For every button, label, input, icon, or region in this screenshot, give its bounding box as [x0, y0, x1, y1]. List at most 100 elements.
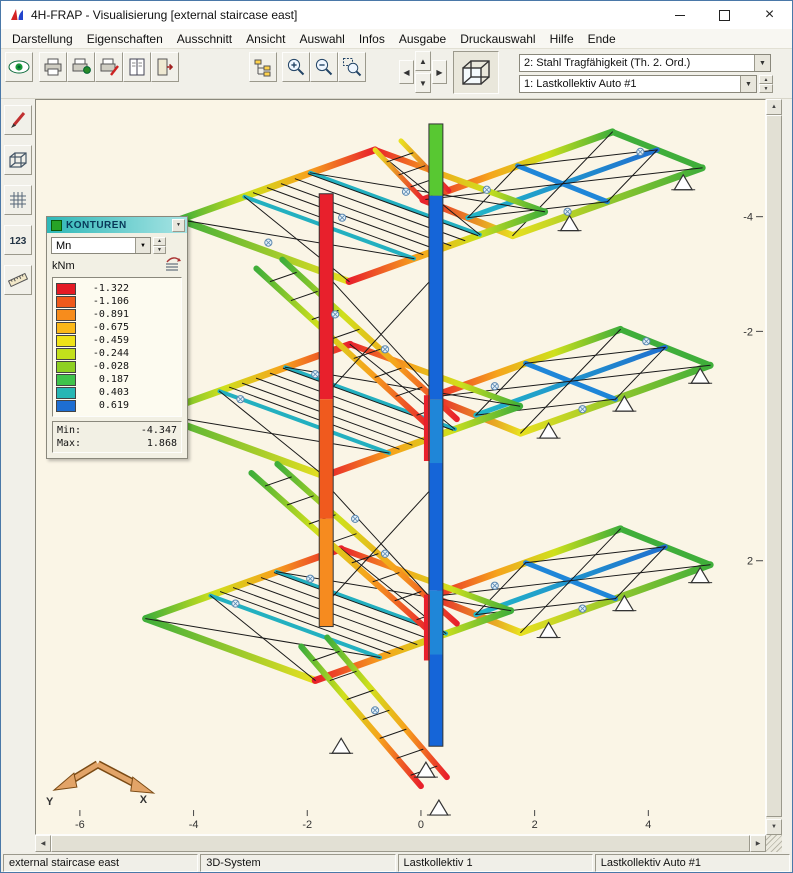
perspective-view-button[interactable]	[453, 51, 499, 94]
solid-view-button[interactable]	[4, 145, 32, 175]
status-field-project: external staircase east	[3, 854, 198, 872]
status-field-loadcase: Lastkollektiv 1	[398, 854, 593, 872]
measure-button[interactable]	[4, 265, 32, 295]
tree-view-button[interactable]	[249, 52, 277, 82]
color-swatch	[56, 361, 76, 373]
door-exit-icon	[155, 58, 175, 76]
color-swatch	[56, 387, 76, 399]
analysis-select[interactable]: 2: Stahl Tragfähigkeit (Th. 2. Ord.) ▼	[519, 54, 771, 72]
resize-grip[interactable]	[766, 835, 782, 852]
bottom-ruler: -6 -4 -2 0 2 4	[75, 810, 651, 831]
right-ruler: -4 -2 2	[743, 212, 763, 568]
scale-row: -0.028	[56, 360, 178, 373]
svg-text:123: 123	[10, 236, 27, 247]
menu-item-hilfe[interactable]: Hilfe	[543, 31, 581, 47]
scale-value: -0.244	[81, 348, 129, 359]
view-visibility-button[interactable]	[5, 52, 33, 82]
menu-bar: Darstellung Eigenschaften Ausschnitt Ans…	[1, 29, 792, 49]
menu-item-ende[interactable]: Ende	[581, 31, 623, 47]
print-button[interactable]	[39, 52, 67, 82]
mesh-view-button[interactable]	[4, 185, 32, 215]
scroll-down-button[interactable]: ▼	[766, 819, 782, 835]
color-swatch	[56, 348, 76, 360]
arrow-right-icon: ▶	[436, 68, 442, 77]
menu-item-darstellung[interactable]: Darstellung	[5, 31, 80, 47]
quantity-spinner: ▲ ▼	[153, 237, 166, 254]
menu-item-auswahl[interactable]: Auswahl	[292, 31, 351, 47]
zoom-in-button[interactable]	[282, 52, 310, 82]
window-title: 4H-FRAP - Visualisierung [external stair…	[31, 8, 297, 22]
min-label: Min:	[57, 424, 81, 437]
dropdown-arrow-icon[interactable]: ▼	[740, 76, 756, 92]
exit-button[interactable]	[151, 52, 179, 82]
axis-x-label: X	[140, 794, 148, 806]
printer-user-icon	[71, 58, 91, 76]
scroll-left-button[interactable]: ◀	[35, 835, 51, 852]
color-swatch	[56, 283, 76, 295]
dropdown-arrow-icon[interactable]: ▼	[754, 55, 770, 71]
scale-options-icon	[164, 257, 182, 271]
h-scrollbar[interactable]: ◀ ▶	[35, 835, 766, 852]
h-scroll-thumb[interactable]	[51, 835, 750, 852]
print-preview-button[interactable]	[67, 52, 95, 82]
close-button[interactable]: ×	[747, 1, 792, 29]
color-scale: -1.322 -1.106 -0.891 -0.675 -0.459 -0.24…	[52, 277, 182, 417]
print-edit-button[interactable]	[95, 52, 123, 82]
spin-down-button[interactable]: ▼	[153, 246, 166, 255]
edit-mode-button[interactable]	[4, 105, 32, 135]
ruler-label: -4	[189, 819, 199, 831]
scroll-up-button[interactable]: ▲	[766, 99, 782, 115]
spin-down-button[interactable]: ▼	[759, 84, 773, 93]
ruler-label: 2	[747, 556, 753, 568]
scale-row: -1.322	[56, 282, 178, 295]
scale-options-button[interactable]	[164, 257, 182, 274]
menu-item-ausschnitt[interactable]: Ausschnitt	[170, 31, 239, 47]
menu-item-druckauswahl[interactable]: Druckauswahl	[453, 31, 542, 47]
dropdown-arrow-icon[interactable]: ▼	[135, 238, 150, 253]
numbering-button[interactable]: 123	[4, 225, 32, 255]
v-scrollbar[interactable]: ▲ ▼	[766, 99, 782, 835]
viewport[interactable]: Y X -6 -4 -2 0 2 4 -4 -2 2	[35, 99, 766, 835]
column-red	[319, 194, 333, 627]
scroll-right-button[interactable]: ▶	[750, 835, 766, 852]
minmax-box: Min:-4.347 Max:1.868	[52, 421, 182, 453]
ruler-label: -2	[743, 326, 753, 338]
unit-label: kNm	[52, 260, 164, 272]
pan-left-button[interactable]: ◀	[399, 60, 414, 84]
platform-bottom-right	[431, 529, 710, 633]
scale-row: -1.106	[56, 295, 178, 308]
pan-up-button[interactable]: ▲	[415, 51, 431, 71]
menu-item-infos[interactable]: Infos	[352, 31, 392, 47]
quantity-select[interactable]: Mn ▼	[51, 237, 151, 254]
konturen-panel-header[interactable]: KONTUREN ▼	[47, 217, 187, 233]
minimize-button[interactable]	[657, 1, 702, 29]
arrow-left-icon: ◀	[403, 68, 409, 77]
color-swatch	[56, 309, 76, 321]
menu-item-eigenschaften[interactable]: Eigenschaften	[80, 31, 170, 47]
platform-middle-right	[431, 329, 710, 433]
spin-up-button[interactable]: ▲	[153, 237, 166, 246]
pan-right-button[interactable]: ▶	[432, 60, 447, 84]
loadcase-select-value: 1: Lastkollektiv Auto #1	[520, 78, 740, 90]
spin-up-button[interactable]: ▲	[759, 75, 773, 84]
menu-item-ansicht[interactable]: Ansicht	[239, 31, 292, 47]
platform-top-left	[180, 150, 545, 282]
zoom-window-button[interactable]	[338, 52, 366, 82]
pencil-icon	[8, 110, 28, 130]
eye-icon	[8, 60, 30, 74]
numbers-icon: 123	[7, 233, 29, 247]
app-window: 4H-FRAP - Visualisierung [external stair…	[0, 0, 793, 873]
main-area: 123	[1, 99, 792, 852]
report-button[interactable]	[123, 52, 151, 82]
minimize-icon	[675, 15, 685, 16]
scale-value: -0.675	[81, 322, 129, 333]
pan-down-button[interactable]: ▼	[415, 73, 431, 93]
book-icon	[127, 58, 147, 76]
loadcase-select[interactable]: 1: Lastkollektiv Auto #1 ▼	[519, 75, 757, 93]
v-scroll-thumb[interactable]	[766, 115, 782, 817]
panel-collapse-button[interactable]: ▼	[172, 219, 185, 232]
menu-item-ausgabe[interactable]: Ausgabe	[392, 31, 453, 47]
zoom-out-button[interactable]	[310, 52, 338, 82]
maximize-button[interactable]	[702, 1, 747, 29]
ruler-label: 2	[532, 819, 538, 831]
